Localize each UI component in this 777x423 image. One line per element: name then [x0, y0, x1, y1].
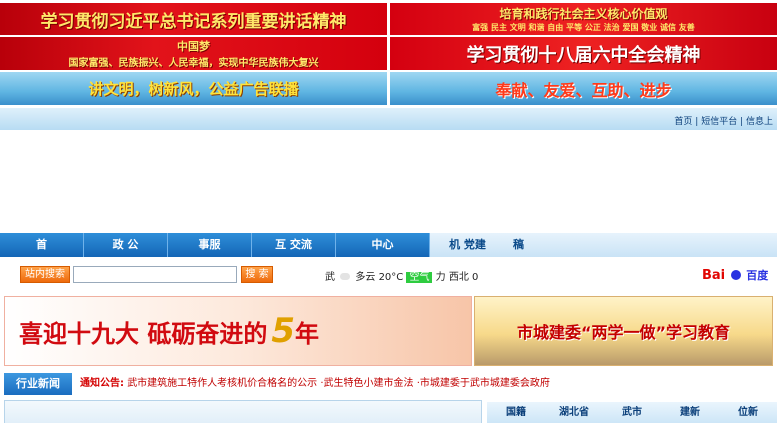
- baidu-logo-cn: 百度: [746, 269, 769, 282]
- banner-volunteer-text: 奉献、友爱、互助、进步: [495, 80, 672, 100]
- banner-core-values-sub: 富强 民主 文明 和谐 自由 平等 公正 法治 爱国 敬业 诚信 友善: [472, 23, 695, 32]
- weather-wind: 力 西北: [435, 272, 469, 283]
- tab-wuhan[interactable]: 武市: [603, 402, 661, 423]
- news-panel: [4, 400, 482, 423]
- promo-two-studies[interactable]: 市城建委“两学一做”学习教育: [474, 296, 773, 366]
- search-button[interactable]: 搜 索: [241, 266, 273, 283]
- industry-news-title[interactable]: 行业新闻: [4, 373, 72, 395]
- tab-unit-news[interactable]: 位新: [719, 402, 777, 423]
- promo-nineteenth-congress[interactable]: 喜迎十九大 砥砺奋进的 5 年: [4, 296, 472, 366]
- sms-platform-link[interactable]: 短信平台: [701, 117, 737, 127]
- banner-volunteer[interactable]: 奉献、友爱、互助、进步: [390, 72, 777, 105]
- tab-national[interactable]: 国籍: [487, 402, 545, 423]
- header-strip: [0, 108, 777, 130]
- banner-sixth-plenary[interactable]: 学习贯彻十八届六中全会精神: [390, 37, 777, 70]
- main-nav: 首 政 公 事服 互 交流 中心 机 党建 稿: [0, 233, 777, 257]
- baidu-paw-icon: [730, 269, 741, 280]
- info-link[interactable]: 信息上: [746, 117, 773, 127]
- nav-item-service[interactable]: 事服: [168, 233, 252, 257]
- aqi-badge: 空气: [406, 272, 433, 283]
- weather-condition: 多云: [355, 272, 376, 283]
- weather-city: 武: [325, 272, 335, 283]
- banner-civilization[interactable]: 讲文明，树新风，公益广告联播: [0, 72, 387, 105]
- banner-china-dream-sub: 国家富强、民族振兴、人民幸福，实现中华民族伟大复兴: [68, 58, 319, 69]
- nav-item-home[interactable]: 首: [0, 233, 84, 257]
- banner-core-values-title: 培育和践行社会主义核心价值观: [499, 7, 668, 21]
- top-links: 首页 | 短信平台 | 信息上: [674, 114, 773, 127]
- promo-congress-tail: 年: [295, 319, 320, 348]
- nav-item-center[interactable]: 中心: [336, 233, 430, 257]
- cloud-icon: [340, 273, 351, 280]
- banner-sixth-plenary-text: 学习贯彻十八届六中全会精神: [466, 44, 701, 66]
- banner-china-dream[interactable]: 中国梦 国家富强、民族振兴、人民幸福，实现中华民族伟大复兴: [0, 37, 387, 70]
- nav-item-interact[interactable]: 互 交流: [252, 233, 336, 257]
- nav-item-party[interactable]: 机 党建: [430, 233, 505, 257]
- promo-congress-num: 5: [271, 311, 296, 351]
- home-link[interactable]: 首页: [674, 117, 692, 127]
- weather-wind-level: 0: [472, 272, 479, 283]
- promo-congress-text: 喜迎十九大 砥砺奋进的: [19, 319, 268, 348]
- banner-core-values[interactable]: 培育和践行社会主义核心价值观 富强 民主 文明 和谐 自由 平等 公正 法治 爱…: [390, 3, 777, 35]
- notice-ticker[interactable]: 通知公告: 武市建筑施工特作人考核机价合格名的公示 ·武生特色小建市金法 ·市城…: [80, 373, 777, 395]
- tab-hubei[interactable]: 湖北省: [545, 402, 603, 423]
- tab-construction-news[interactable]: 建新: [661, 402, 719, 423]
- banner-study-speech-text: 学习贯彻习近平总书记系列重要讲话精神: [40, 11, 347, 32]
- nav-item-manuscript[interactable]: 稿: [505, 233, 777, 257]
- search-input[interactable]: [73, 266, 237, 283]
- weather-widget: 武 多云 20°C 空气 力 西北 0: [325, 268, 478, 283]
- notice-label: 通知公告:: [80, 378, 124, 389]
- region-tabs: 国籍 湖北省 武市 建新 位新: [487, 402, 777, 423]
- banner-civilization-text: 讲文明，树新风，公益广告联播: [88, 80, 299, 98]
- notice-ticker-text[interactable]: 武市建筑施工特作人考核机价合格名的公示 ·武生特色小建市金法 ·市城建委于武市城…: [127, 378, 550, 389]
- nav-item-gov[interactable]: 政 公: [84, 233, 168, 257]
- baidu-logo-text: Bai: [702, 268, 726, 283]
- promo-two-studies-text: 市城建委“两学一做”学习教育: [516, 323, 731, 342]
- baidu-logo[interactable]: Bai 百度: [702, 264, 768, 283]
- site-search-label: 站内搜索: [20, 266, 70, 283]
- banner-study-speech[interactable]: 学习贯彻习近平总书记系列重要讲话精神: [0, 3, 387, 35]
- weather-temp: 20°C: [378, 272, 404, 283]
- banner-china-dream-title: 中国梦: [177, 40, 210, 53]
